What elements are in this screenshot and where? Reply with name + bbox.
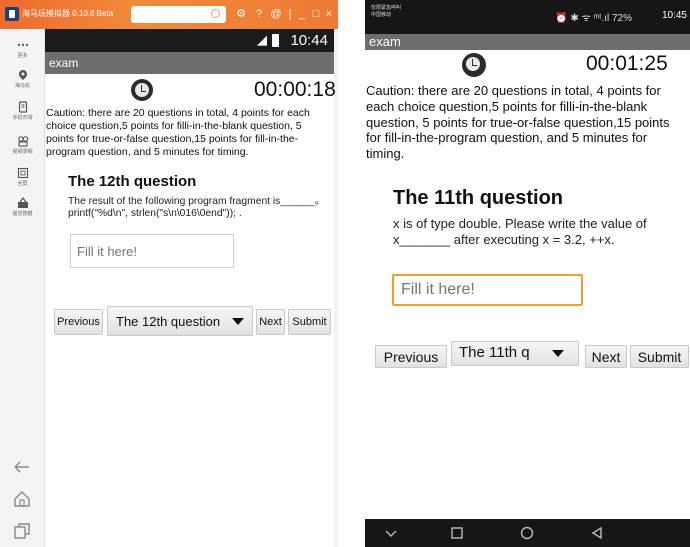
answer-input[interactable] — [70, 234, 234, 268]
emulator-search-box[interactable] — [131, 6, 226, 23]
question-select-value: The 12th question — [116, 314, 221, 329]
carrier-line-1: 仅限紧急呼叫 — [371, 5, 402, 11]
keymap-icon — [17, 197, 28, 208]
device-question-select-value: The 11th question — [459, 344, 529, 361]
status-icons: ⏰ ✱ ᯤ ᵐᵗ.ıl 72% — [555, 13, 632, 24]
next-button[interactable]: Next — [256, 309, 285, 335]
maximize-button[interactable]: □ — [310, 6, 322, 22]
emulator-back-button[interactable] — [12, 457, 32, 477]
recent-apps-icon[interactable] — [449, 525, 465, 541]
device-previous-button[interactable]: Previous — [375, 345, 447, 368]
home-icon[interactable] — [519, 525, 535, 541]
settings-gear-icon[interactable]: ⚙ — [234, 6, 248, 22]
account-icon[interactable]: @ — [269, 6, 283, 22]
device-status-bar: 仅限紧急呼叫 中国移动 ⏰ ✱ ᯤ ᵐᵗ.ıl 72% 10:45 — [365, 0, 690, 34]
battery-icon — [272, 34, 279, 47]
device-status-time: 10:45 — [661, 10, 687, 21]
alarm-clock-icon — [131, 79, 153, 101]
device-app-title: exam — [369, 34, 401, 49]
device-next-button[interactable]: Next — [585, 345, 627, 368]
countdown-timer: 00:00:18 — [254, 78, 336, 101]
status-time: 10:44 — [290, 32, 328, 49]
titlebar-separator: | — [288, 8, 292, 20]
device-answer-input[interactable] — [392, 274, 583, 306]
device-dropdown-arrow-icon — [552, 350, 564, 357]
video-record-icon — [17, 136, 28, 147]
emulator-home-button[interactable] — [12, 489, 32, 509]
minimize-button[interactable]: _ — [296, 6, 308, 22]
collapse-chevron-icon[interactable] — [383, 525, 399, 541]
sidebar-item-keymap[interactable]: 摇觉按键 — [0, 197, 45, 217]
location-icon — [18, 70, 27, 80]
close-button[interactable]: × — [323, 6, 335, 22]
caution-text: Caution: there are 20 questions in total… — [46, 107, 310, 158]
sidebar-item-label: 海马玩 — [14, 83, 30, 89]
status-bar: ◢ 10:44 — [45, 29, 334, 52]
question-select[interactable]: The 12th question — [107, 306, 253, 336]
more-dots-icon — [17, 43, 28, 47]
emulator-sidebar: 更多 海马玩 手机市场 视频录制 全屏 摇觉按键 — [0, 29, 45, 547]
app-bar: exam — [45, 52, 334, 74]
phone-market-icon — [18, 101, 27, 113]
sidebar-item-label: 更多 — [17, 53, 28, 59]
help-icon[interactable]: ? — [252, 6, 266, 22]
device-submit-button[interactable]: Submit — [630, 345, 689, 368]
carrier-line-2: 中国移动 — [371, 12, 392, 18]
emulator-window: 海马玩模拟器 0.10.6 Beta ⚙ ? @ | _ □ × 更多 海马玩 … — [0, 0, 338, 547]
submit-button[interactable]: Submit — [288, 309, 331, 335]
sidebar-item-record[interactable]: 视频录制 — [0, 135, 45, 155]
sidebar-item-label: 全屏 — [17, 181, 28, 187]
previous-button[interactable]: Previous — [54, 309, 103, 335]
question-text: The result of the following program frag… — [68, 196, 325, 219]
back-icon[interactable] — [589, 525, 605, 541]
sidebar-item-fullscreen[interactable]: 全屏 — [0, 167, 45, 187]
device-navigation-bar — [365, 519, 690, 547]
emulator-titlebar: 海马玩模拟器 0.10.6 Beta ⚙ ? @ | _ □ × — [0, 0, 338, 29]
dropdown-arrow-icon — [232, 318, 244, 325]
sidebar-item-market[interactable]: 手机市场 — [0, 101, 45, 121]
wifi-signal-icon: ◢ — [257, 32, 267, 47]
fullscreen-icon — [17, 167, 28, 179]
device-caution-text: Caution: there are 20 questions in total… — [366, 83, 670, 162]
device-app-bar: exam — [365, 34, 690, 50]
device-question-title: The 11th question — [393, 187, 564, 209]
search-icon — [211, 9, 220, 18]
sidebar-item-label: 手机市场 — [12, 115, 33, 121]
emulator-logo-icon — [5, 7, 19, 21]
back-icon — [14, 461, 29, 473]
emulator-title: 海马玩模拟器 0.10.6 Beta — [22, 9, 114, 18]
device-alarm-clock-icon — [462, 53, 486, 77]
carrier-info: 仅限紧急呼叫 中国移动 — [371, 5, 401, 19]
emulator-recent-button[interactable] — [12, 521, 32, 541]
sidebar-item-haimawan[interactable]: 海马玩 — [0, 69, 45, 89]
app-title: exam — [49, 56, 79, 70]
sidebar-item-label: 摇觉按键 — [12, 211, 33, 217]
sidebar-item-more[interactable]: 更多 — [0, 39, 45, 59]
device-countdown-timer: 00:01:25 — [586, 52, 668, 75]
question-title: The 12th question — [68, 173, 197, 190]
home-icon — [14, 491, 30, 507]
device-phone-screen: 仅限紧急呼叫 中国移动 ⏰ ✱ ᯤ ᵐᵗ.ıl 72% 10:45 exam 0… — [365, 0, 690, 547]
emulated-phone-screen: ◢ 10:44 exam 00:00:18 Caution: there are… — [45, 29, 336, 547]
device-question-select[interactable]: The 11th question — [451, 341, 579, 366]
device-question-text: x is of type double. Please write the va… — [393, 216, 647, 247]
recent-apps-icon — [14, 523, 30, 539]
sidebar-item-label: 视频录制 — [12, 149, 33, 155]
